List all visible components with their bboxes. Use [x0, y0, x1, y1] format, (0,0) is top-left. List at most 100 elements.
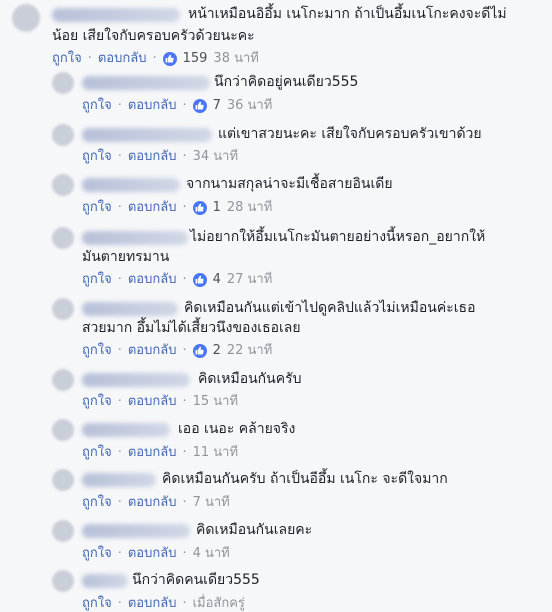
like-button[interactable]: ถูกใจ [82, 444, 112, 461]
timestamp[interactable]: 15 นาที [193, 393, 238, 410]
like-count[interactable]: 1 [213, 199, 221, 216]
separator: · [182, 546, 187, 561]
thumbs-up-icon[interactable] [192, 272, 207, 287]
reply-button[interactable]: ตอบกลับ [128, 199, 177, 216]
reply-button[interactable]: ตอบกลับ [128, 97, 177, 114]
comment-text: เออ เนอะ คล้ายจริง [178, 421, 296, 437]
separator: · [117, 272, 122, 287]
avatar[interactable] [12, 4, 40, 32]
commenter-name[interactable] [82, 302, 178, 316]
comment-text: แต่เขาสวยนะคะ เสียใจกับครอบครัวเขาด้วย [218, 126, 482, 142]
timestamp[interactable]: 38 นาที [213, 50, 258, 67]
separator: · [117, 546, 122, 561]
like-button[interactable]: ถูกใจ [82, 97, 112, 114]
comment-meta: ถูกใจ · ตอบกลับ · 15 นาที [82, 393, 238, 410]
separator: · [152, 51, 157, 66]
reply-button[interactable]: ตอบกลับ [128, 393, 177, 410]
like-count[interactable]: 7 [213, 97, 221, 114]
timestamp[interactable]: 27 นาที [227, 271, 272, 288]
timestamp[interactable]: 34 นาที [193, 148, 238, 165]
reply-button[interactable]: ตอบกลับ [128, 148, 177, 165]
comment-text: คิดเหมือนกันครับ ถ้าเป็นอีอึ้ม เนโกะ จะด… [162, 471, 448, 487]
separator: · [117, 200, 122, 215]
comment-text: นึกว่าคิดคนเดียว555 [132, 572, 260, 588]
timestamp[interactable]: เมื่อสักครู่ [193, 595, 245, 612]
separator: · [182, 98, 187, 113]
avatar[interactable] [52, 124, 74, 146]
commenter-name[interactable] [52, 8, 180, 22]
comment-text: จากนามสกุลน่าจะมีเชื้อสายอินเดีย [186, 176, 393, 192]
reply-button[interactable]: ตอบกลับ [128, 444, 177, 461]
comment-thread: หน้าเหมือนอิอึ้ม เนโกะมาก ถ้าเป็นอึ้มเนโ… [0, 0, 552, 611]
timestamp[interactable]: 4 นาที [193, 545, 230, 562]
comment-meta: ถูกใจ · ตอบกลับ · 7 36 นาที [82, 97, 272, 114]
like-button[interactable]: ถูกใจ [82, 199, 112, 216]
timestamp[interactable]: 7 นาที [193, 494, 230, 511]
thumbs-up-icon[interactable] [162, 51, 177, 66]
avatar[interactable] [52, 298, 74, 320]
thumbs-up-icon[interactable] [192, 200, 207, 215]
separator: · [182, 272, 187, 287]
like-button[interactable]: ถูกใจ [52, 50, 82, 67]
comment-meta: ถูกใจ · ตอบกลับ · 1 28 นาที [82, 199, 272, 216]
commenter-name[interactable] [82, 178, 180, 192]
separator: · [182, 200, 187, 215]
separator: · [87, 51, 92, 66]
reply-button[interactable]: ตอบกลับ [128, 595, 177, 612]
commenter-name[interactable] [82, 524, 190, 538]
separator: · [117, 445, 122, 460]
like-button[interactable]: ถูกใจ [82, 494, 112, 511]
reply-button[interactable]: ตอบกลับ [128, 342, 177, 359]
reply-button[interactable]: ตอบกลับ [128, 271, 177, 288]
like-button[interactable]: ถูกใจ [82, 595, 112, 612]
comment-meta: ถูกใจ · ตอบกลับ · 159 38 นาที [52, 50, 259, 67]
commenter-name[interactable] [82, 76, 210, 90]
comment-meta: ถูกใจ · ตอบกลับ · 4 นาที [82, 545, 230, 562]
commenter-name[interactable] [82, 128, 212, 142]
avatar[interactable] [52, 419, 74, 441]
like-count[interactable]: 4 [213, 271, 221, 288]
timestamp[interactable]: 11 นาที [193, 444, 238, 461]
timestamp[interactable]: 28 นาที [227, 199, 272, 216]
avatar[interactable] [52, 174, 74, 196]
separator: · [117, 394, 122, 409]
thumbs-up-icon[interactable] [192, 98, 207, 113]
comment-text: มันตายทรมาน [82, 249, 170, 265]
like-button[interactable]: ถูกใจ [82, 342, 112, 359]
comment-text: นึกว่าคิดอยู่คนเดียว555 [214, 74, 359, 90]
like-count[interactable]: 2 [213, 342, 221, 359]
avatar[interactable] [52, 520, 74, 542]
avatar[interactable] [52, 72, 74, 94]
timestamp[interactable]: 22 นาที [227, 342, 272, 359]
like-count[interactable]: 159 [183, 50, 208, 67]
like-button[interactable]: ถูกใจ [82, 545, 112, 562]
like-button[interactable]: ถูกใจ [82, 393, 112, 410]
reply-button[interactable]: ตอบกลับ [98, 50, 147, 67]
like-button[interactable]: ถูกใจ [82, 148, 112, 165]
comment-text: ไม่อยากให้อึ้มเนโกะมันตายอย่างนี้หรอก_อย… [190, 229, 486, 245]
commenter-name[interactable] [82, 373, 190, 387]
reply-button[interactable]: ตอบกลับ [128, 494, 177, 511]
separator: · [182, 394, 187, 409]
avatar[interactable] [52, 570, 74, 592]
comment-text: สวยมาก อึ้มไม่ได้เสี้ยวนึงของเธอเลย [82, 320, 301, 336]
comment-meta: ถูกใจ · ตอบกลับ · 34 นาที [82, 148, 238, 165]
timestamp[interactable]: 36 นาที [227, 97, 272, 114]
commenter-name[interactable] [82, 231, 188, 245]
separator: · [182, 149, 187, 164]
separator: · [182, 596, 187, 611]
reply-button[interactable]: ตอบกลับ [128, 545, 177, 562]
thumbs-up-icon[interactable] [192, 343, 207, 358]
commenter-name[interactable] [82, 423, 170, 437]
avatar[interactable] [52, 227, 74, 249]
separator: · [117, 596, 122, 611]
comment-text: คิดเหมือนกันเลยคะ [196, 522, 313, 538]
like-button[interactable]: ถูกใจ [82, 271, 112, 288]
separator: · [117, 343, 122, 358]
avatar[interactable] [52, 369, 74, 391]
avatar[interactable] [52, 469, 74, 491]
commenter-name[interactable] [82, 574, 128, 588]
commenter-name[interactable] [82, 473, 156, 487]
comment-meta: ถูกใจ · ตอบกลับ · 2 22 นาที [82, 342, 272, 359]
separator: · [117, 495, 122, 510]
